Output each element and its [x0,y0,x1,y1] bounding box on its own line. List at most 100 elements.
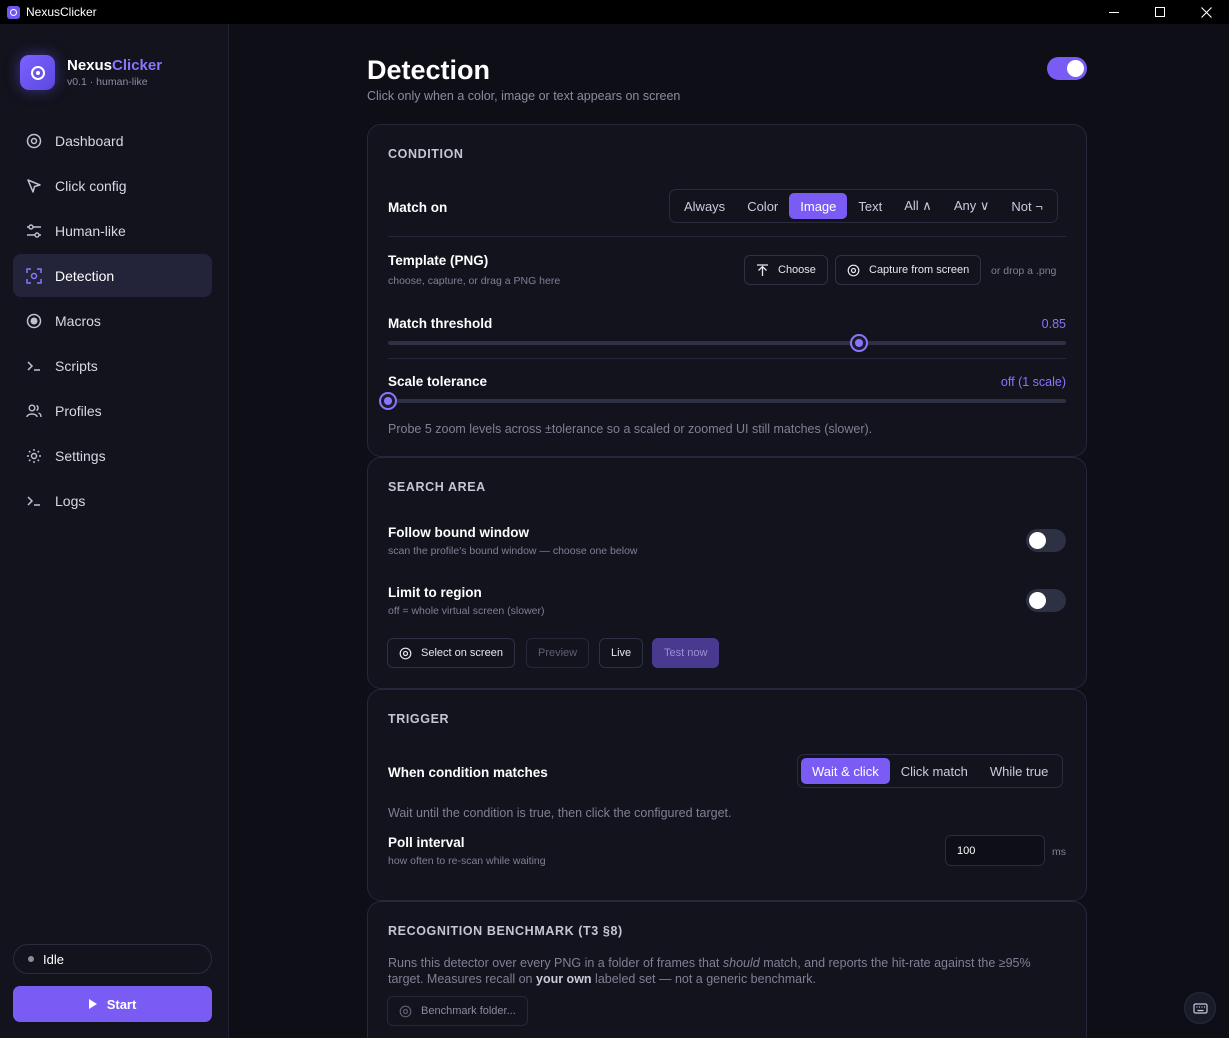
threshold-label: Match threshold [388,316,493,331]
trigger-option-click-match[interactable]: Click match [890,758,979,784]
sidebar-item-detection[interactable]: Detection [13,254,212,297]
play-icon [88,999,97,1009]
trigger-option-wait-click[interactable]: Wait & click [801,758,890,784]
terminal-icon [26,358,42,374]
main-content: Detection Click only when a color, image… [230,24,1229,1038]
target-icon [847,264,860,276]
poll-interval-input[interactable]: 100 [945,835,1045,866]
scale-tolerance-slider-handle[interactable] [379,392,397,410]
terminal-icon [26,493,42,509]
trigger-card: TRIGGER When condition matches Wait & cl… [367,689,1087,901]
sidebar-item-label: Logs [55,492,86,509]
sidebar-item-label: Detection [55,267,115,284]
scale-tolerance-description: Probe 5 zoom levels across ±tolerance so… [388,422,873,436]
close-button[interactable] [1183,0,1229,24]
follow-window-toggle[interactable] [1026,529,1066,552]
follow-window-label: Follow bound window [388,525,529,540]
divider [388,236,1066,237]
sidebar-item-settings[interactable]: Settings [13,434,212,477]
threshold-value: 0.85 [1041,317,1066,331]
match-option-always[interactable]: Always [673,193,736,219]
brand-version: v0.1 · human-like [67,76,148,88]
sidebar-item-label: Scripts [55,357,98,374]
limit-region-toggle[interactable] [1026,589,1066,612]
condition-card: CONDITION Match on Always Color Image Te… [367,124,1087,457]
select-on-screen-button[interactable]: Select on screen [387,638,515,668]
match-option-color[interactable]: Color [736,193,789,219]
follow-window-sublabel: scan the profile's bound window — choose… [388,545,638,557]
match-option-image[interactable]: Image [789,193,848,219]
match-on-label: Match on [388,200,448,215]
sidebar-item-label: Profiles [55,402,102,419]
minimize-button[interactable] [1091,0,1137,24]
poll-interval-sublabel: how often to re-scan while waiting [388,855,546,867]
status-text: Idle [43,951,64,967]
sidebar-item-label: Settings [55,447,106,464]
match-option-all[interactable]: All ∧ [893,193,943,219]
threshold-slider-handle[interactable] [850,334,869,352]
threshold-slider[interactable] [388,334,1066,352]
window-title: NexusClicker [26,5,97,19]
choose-template-button[interactable]: Choose [744,255,828,285]
sidebar-item-label: Macros [55,312,101,329]
trigger-mode-selector: Wait & click Click match While true [797,754,1064,788]
brand: NexusClicker v0.1 · human-like [20,55,162,90]
sidebar-item-macros[interactable]: Macros [13,299,212,342]
target-icon [399,647,412,659]
drop-hint: or drop a .png [991,265,1057,277]
brand-name: NexusClicker [67,57,163,74]
title-bar: NexusClicker [0,0,1229,24]
preview-button[interactable]: Preview [526,638,590,668]
start-button[interactable]: Start [13,986,212,1022]
sidebar-item-scripts[interactable]: Scripts [13,344,212,387]
scale-tolerance-label: Scale tolerance [388,374,488,389]
match-option-not[interactable]: Not ¬ [1000,193,1053,219]
benchmark-description: Runs this detector over every PNG in a f… [388,956,1031,986]
users-icon [26,403,42,419]
status-badge: Idle [13,944,212,974]
poll-interval-unit: ms [1052,846,1066,858]
window-controls [1091,0,1229,24]
detection-enabled-toggle[interactable] [1047,57,1087,80]
divider [388,358,1066,359]
record-icon [26,313,42,329]
when-matches-label: When condition matches [388,765,548,780]
keyboard-shortcuts-button[interactable] [1184,992,1216,1024]
scale-tolerance-value: off (1 scale) [1000,375,1066,389]
scale-tolerance-slider[interactable] [379,392,1066,410]
condition-heading: CONDITION [388,147,464,161]
template-label: Template (PNG) [388,253,489,268]
benchmark-heading: RECOGNITION BENCHMARK (T3 §8) [388,924,623,938]
match-option-text[interactable]: Text [847,193,893,219]
match-on-selector: Always Color Image Text All ∧ Any ∨ Not … [669,189,1058,223]
poll-interval-label: Poll interval [388,835,465,850]
limit-region-label: Limit to region [388,585,482,600]
sidebar-item-click-config[interactable]: Click config [13,164,212,207]
app-icon [7,5,20,19]
trigger-description: Wait until the condition is true, then c… [388,806,732,820]
benchmark-folder-button[interactable]: Benchmark folder... [387,996,528,1026]
capture-from-screen-button[interactable]: Capture from screen [835,255,982,285]
test-now-button[interactable]: Test now [652,638,720,668]
match-option-any[interactable]: Any ∨ [943,193,1001,219]
search-area-heading: SEARCH AREA [388,480,486,494]
sidebar-item-logs[interactable]: Logs [13,479,212,522]
brand-logo-icon [20,55,55,90]
upload-icon [757,263,768,276]
trigger-option-while-true[interactable]: While true [979,758,1060,784]
sidebar-item-human-like[interactable]: Human-like [13,209,212,252]
keyboard-icon [1192,1002,1208,1014]
limit-region-sublabel: off = whole virtual screen (slower) [388,605,545,617]
trigger-heading: TRIGGER [388,712,450,726]
template-sublabel: choose, capture, or drag a PNG here [388,275,561,287]
close-icon [1200,6,1212,18]
benchmark-card: RECOGNITION BENCHMARK (T3 §8) Runs this … [367,901,1087,1038]
gear-icon [26,448,42,464]
maximize-button[interactable] [1137,0,1183,24]
sliders-icon [26,223,42,239]
live-button[interactable]: Live [599,638,644,668]
cursor-icon [26,178,42,194]
sidebar-item-dashboard[interactable]: Dashboard [13,119,212,162]
sidebar-item-label: Dashboard [55,132,124,149]
sidebar-item-profiles[interactable]: Profiles [13,389,212,432]
